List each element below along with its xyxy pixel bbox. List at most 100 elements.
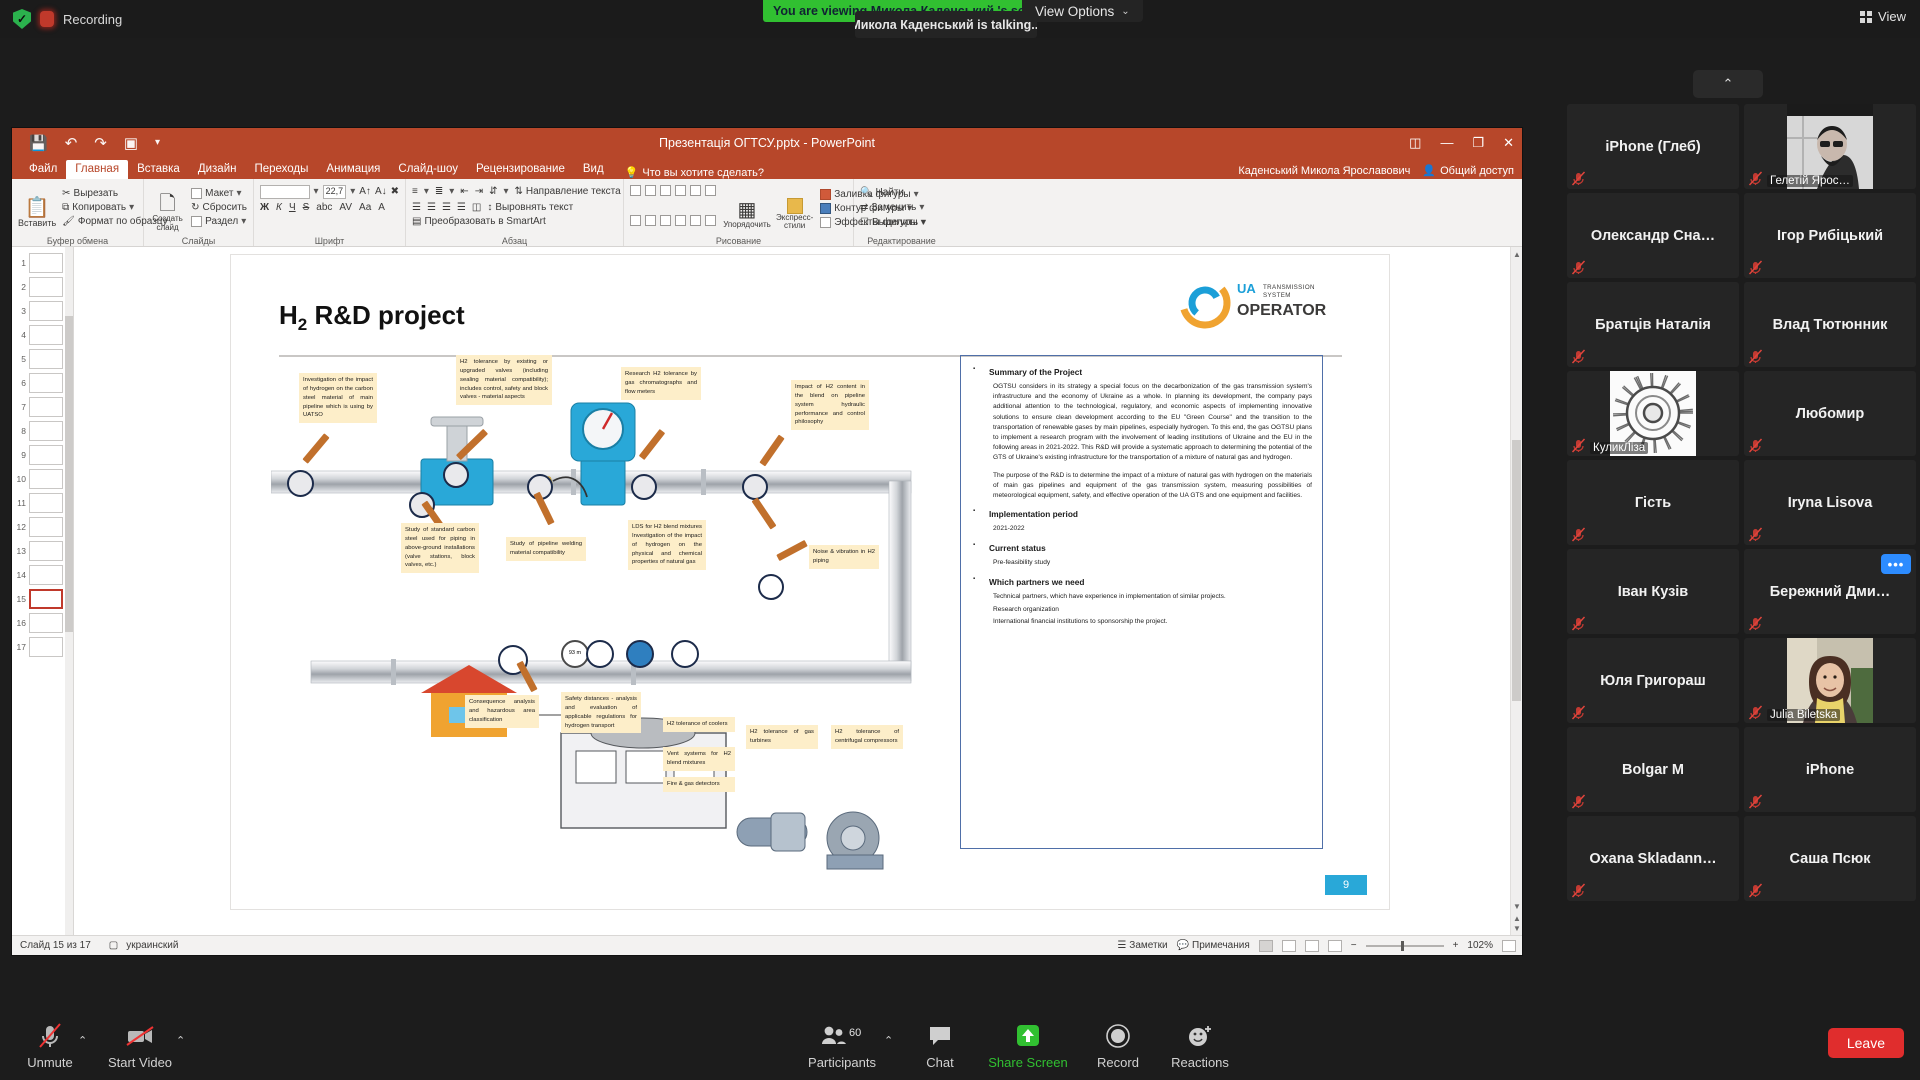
- ribbon-tab-3[interactable]: Дизайн: [189, 160, 246, 179]
- callout-lds-h2-blend[interactable]: LDS for H2 blend mixtures Investigation …: [628, 520, 706, 571]
- slide-thumbnail[interactable]: 7: [12, 395, 73, 419]
- chat-button[interactable]: Chat: [898, 1020, 982, 1070]
- underline-button[interactable]: Ч: [289, 202, 296, 213]
- layout-button[interactable]: Макет ▾: [191, 188, 247, 199]
- callout-research-chromatographs[interactable]: Research H2 tolerance by gas chromatogra…: [621, 367, 701, 400]
- section-button[interactable]: Раздел ▾: [191, 216, 247, 227]
- slide-thumbnail[interactable]: 14: [12, 563, 73, 587]
- recording-indicator-icon[interactable]: [40, 11, 54, 27]
- participant-tile[interactable]: iPhone (Глеб): [1567, 104, 1739, 189]
- participant-tile[interactable]: Олександр Сна…: [1567, 193, 1739, 278]
- callout-noise-vibration[interactable]: Noise & vibration in H2 piping: [809, 545, 879, 569]
- slide-canvas[interactable]: H2 R&D project UA TRANSMISSION SYSTEM OP…: [230, 254, 1390, 910]
- start-video-button[interactable]: Start Video: [98, 1020, 182, 1070]
- audio-options-caret[interactable]: ⌃: [78, 1034, 87, 1047]
- smartart-button[interactable]: ▤ Преобразовать в SmartArt: [412, 216, 546, 227]
- comments-button[interactable]: 💬 Примечания: [1177, 940, 1250, 951]
- normal-view-button[interactable]: [1258, 939, 1273, 952]
- callout-fire-gas-detectors[interactable]: Fire & gas detectors: [663, 777, 735, 792]
- security-shield-icon[interactable]: ✓: [13, 9, 31, 29]
- callout-vent-systems[interactable]: Vent systems for H2 blend mixtures: [663, 747, 735, 771]
- zoom-level-label[interactable]: 102%: [1467, 940, 1493, 951]
- slide-vertical-scrollbar[interactable]: ▲ ▼ ▲ ▼: [1510, 247, 1522, 935]
- quick-styles-button[interactable]: Экспресс-стили: [776, 185, 813, 243]
- numbering-icon[interactable]: ≣: [435, 186, 443, 197]
- scroll-thumb[interactable]: [1512, 439, 1521, 702]
- participant-tile[interactable]: Бережний Дми… •••: [1744, 549, 1916, 634]
- zoom-out-button[interactable]: −: [1351, 940, 1357, 951]
- shape-circle-icon[interactable]: [675, 185, 686, 196]
- bullets-icon[interactable]: ≡: [412, 186, 418, 197]
- participant-tile[interactable]: Iryna Lisova: [1744, 460, 1916, 545]
- participant-tile[interactable]: Влад Тютюнник: [1744, 282, 1916, 367]
- previous-slide-icon[interactable]: ▲: [1513, 914, 1521, 923]
- callout-impact-h2-blend[interactable]: Impact of H2 content in the blend on pip…: [791, 380, 869, 431]
- new-slide-button[interactable]: 🗋 Создать слайд: [150, 184, 185, 242]
- character-spacing-button[interactable]: AV: [339, 202, 352, 213]
- italic-button[interactable]: К: [276, 202, 282, 213]
- participant-tile[interactable]: Julia Biletska: [1744, 638, 1916, 723]
- shape-line-icon[interactable]: [645, 185, 656, 196]
- callout-safety-distances[interactable]: Safety distances - analysis and evaluati…: [561, 692, 641, 734]
- participant-video-panel[interactable]: iPhone (Глеб) Гелетій Ярос… Олександр Сна……: [1563, 104, 1920, 969]
- increase-font-icon[interactable]: A↑: [359, 186, 371, 197]
- participant-more-button[interactable]: •••: [1881, 554, 1911, 574]
- reset-button[interactable]: ↻ Сбросить: [191, 202, 247, 213]
- slide-thumbnail[interactable]: 15: [12, 587, 73, 611]
- scroll-down-icon[interactable]: ▼: [1513, 902, 1521, 911]
- participant-tile[interactable]: Oxana Skladann…: [1567, 816, 1739, 901]
- participant-tile[interactable]: Ігор Рибіцький: [1744, 193, 1916, 278]
- participant-tile[interactable]: Іван Кузів: [1567, 549, 1739, 634]
- zoom-slider[interactable]: [1365, 940, 1444, 951]
- fit-slide-icon[interactable]: [1502, 939, 1516, 952]
- shadow-button[interactable]: S: [303, 202, 310, 213]
- shape-triangle-icon[interactable]: [660, 215, 671, 226]
- ribbon-tab-2[interactable]: Вставка: [128, 160, 189, 179]
- slide-thumbnail[interactable]: 1: [12, 251, 73, 275]
- zoom-in-button[interactable]: +: [1453, 940, 1459, 951]
- shape-brace-icon[interactable]: [675, 215, 686, 226]
- view-options-button[interactable]: View Options ⌄: [1022, 0, 1143, 22]
- participant-tile[interactable]: Юля Григораш: [1567, 638, 1739, 723]
- callout-h2-coolers[interactable]: H2 tolerance of coolers: [663, 717, 735, 732]
- minimize-button[interactable]: —: [1440, 135, 1453, 150]
- ribbon-tab-8[interactable]: Вид: [574, 160, 613, 179]
- share-button[interactable]: 👤 Общий доступ: [1422, 164, 1514, 178]
- shape-curve-icon[interactable]: [630, 215, 641, 226]
- slide-thumbnail[interactable]: 12: [12, 515, 73, 539]
- slide-editing-area[interactable]: H2 R&D project UA TRANSMISSION SYSTEM OP…: [74, 247, 1522, 935]
- slide-thumbnail[interactable]: 9: [12, 443, 73, 467]
- participant-tile[interactable]: Любомир: [1744, 371, 1916, 456]
- decrease-font-icon[interactable]: A↓: [375, 186, 387, 197]
- slide-thumbnail[interactable]: 17: [12, 635, 73, 659]
- thumbnail-scrollbar[interactable]: [65, 247, 73, 935]
- callout-investigation[interactable]: Investigation of the impact of hydrogen …: [299, 373, 377, 424]
- slide-thumbnail[interactable]: 11: [12, 491, 73, 515]
- font-color-button[interactable]: A: [378, 202, 385, 213]
- next-slide-icon[interactable]: ▼: [1513, 924, 1521, 933]
- share-screen-button[interactable]: Share Screen: [986, 1020, 1070, 1070]
- slide-thumbnail[interactable]: 8: [12, 419, 73, 443]
- callout-consequence-analysis[interactable]: Consequence analysis and hazardous area …: [465, 695, 539, 728]
- text-direction-button[interactable]: ⇅ Направление текста: [515, 186, 621, 197]
- arrange-button[interactable]: ▦ Упорядочить: [723, 185, 771, 243]
- participants-button[interactable]: 60 Participants: [800, 1020, 884, 1070]
- slide-thumbnail[interactable]: 16: [12, 611, 73, 635]
- participant-tile[interactable]: Bolgar M: [1567, 727, 1739, 812]
- shape-freeform-icon[interactable]: [645, 215, 656, 226]
- collapse-panel-button[interactable]: ⌃: [1693, 70, 1763, 98]
- slide-thumbnail-pane[interactable]: 1 2 3 4 5 6 7 8 9 10 11 12 13 14 15 16 17: [12, 247, 74, 935]
- shape-rounded-icon[interactable]: [690, 185, 701, 196]
- callout-h2-compressors[interactable]: H2 tolerance of centrifugal compressors: [831, 725, 903, 749]
- shape-callout-icon[interactable]: [690, 215, 701, 226]
- view-layout-button[interactable]: View: [1860, 9, 1906, 24]
- participant-tile[interactable]: Гість: [1567, 460, 1739, 545]
- record-button[interactable]: Record: [1076, 1020, 1160, 1070]
- participant-tile[interactable]: Саша Псюк: [1744, 816, 1916, 901]
- shape-arrow-icon[interactable]: [660, 185, 671, 196]
- ribbon-tab-4[interactable]: Переходы: [245, 160, 317, 179]
- participant-tile[interactable]: iPhone: [1744, 727, 1916, 812]
- slide-thumbnail[interactable]: 6: [12, 371, 73, 395]
- restore-button[interactable]: ❐: [1472, 135, 1484, 151]
- leave-meeting-button[interactable]: Leave: [1827, 1028, 1904, 1058]
